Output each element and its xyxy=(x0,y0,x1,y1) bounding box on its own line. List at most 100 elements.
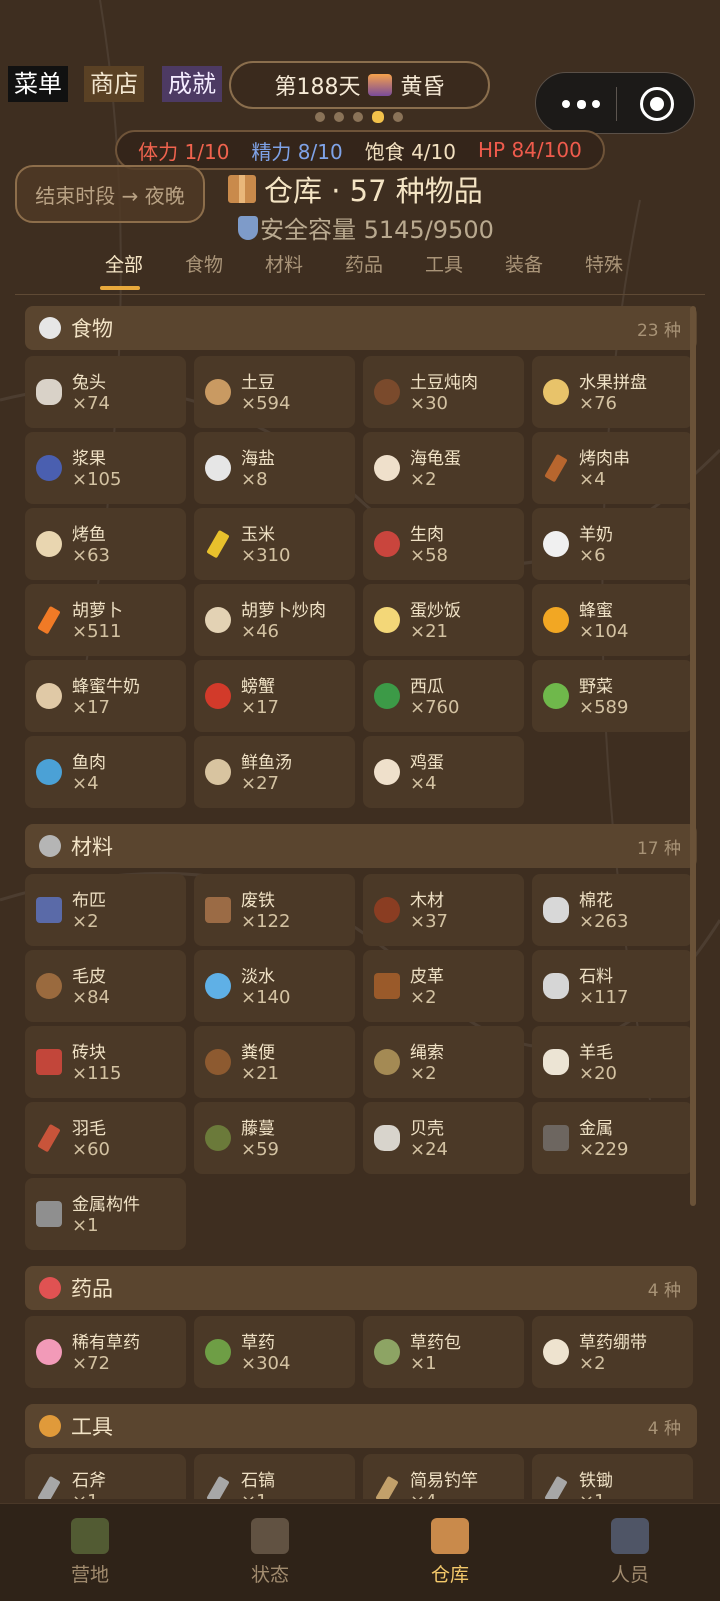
close-target-icon[interactable] xyxy=(640,87,674,121)
section-header[interactable]: 材料 17 种 xyxy=(25,824,697,868)
status-bar: 体力 1/10 精力 8/10 饱食 4/10 HP 84/100 xyxy=(115,130,605,170)
item-icon-wrap xyxy=(540,452,572,484)
item-quantity: ×589 xyxy=(579,697,629,718)
inventory-item[interactable]: 砖块 ×115 xyxy=(25,1026,186,1098)
inventory-item[interactable]: 淡水 ×140 xyxy=(194,950,355,1022)
inventory-item[interactable]: 木材 ×37 xyxy=(363,874,524,946)
item-quantity: ×594 xyxy=(241,393,291,414)
nav-chart[interactable]: 状态 xyxy=(180,1504,360,1601)
inventory-item[interactable]: 胡萝卜 ×511 xyxy=(25,584,186,656)
inventory-item[interactable]: 绳索 ×2 xyxy=(363,1026,524,1098)
tab-5[interactable]: 装备 xyxy=(484,250,564,292)
item-quantity: ×46 xyxy=(241,621,279,642)
inventory-item[interactable]: 螃蟹 ×17 xyxy=(194,660,355,732)
item-icon-wrap xyxy=(202,452,234,484)
scrollbar[interactable] xyxy=(690,306,696,1206)
stew-pot-icon xyxy=(374,379,400,405)
inventory-item[interactable]: 贝壳 ×24 xyxy=(363,1102,524,1174)
section-count: 4 种 xyxy=(647,1280,681,1301)
inventory-item[interactable]: 布匹 ×2 xyxy=(25,874,186,946)
inventory-item[interactable]: 羊毛 ×20 xyxy=(532,1026,693,1098)
inventory-item[interactable]: 毛皮 ×84 xyxy=(25,950,186,1022)
inventory-item[interactable]: 生肉 ×58 xyxy=(363,508,524,580)
inventory-item[interactable]: 野菜 ×589 xyxy=(532,660,693,732)
item-name: 螃蟹 xyxy=(241,677,275,697)
inventory-item[interactable]: 海盐 ×8 xyxy=(194,432,355,504)
rock-icon xyxy=(543,973,569,999)
inventory-item[interactable]: 草药包 ×1 xyxy=(363,1316,524,1388)
inventory-item[interactable]: 稀有草药 ×72 xyxy=(25,1316,186,1388)
item-quantity: ×310 xyxy=(241,545,291,566)
inventory-item[interactable]: 鸡蛋 ×4 xyxy=(363,736,524,808)
inventory-item[interactable]: 烤肉串 ×4 xyxy=(532,432,693,504)
inventory-item[interactable]: 棉花 ×263 xyxy=(532,874,693,946)
tab-0[interactable]: 全部 xyxy=(84,250,164,292)
inventory-item[interactable]: 土豆炖肉 ×30 xyxy=(363,356,524,428)
inventory-item[interactable]: 石斧×1 xyxy=(25,1454,186,1499)
end-phase-button[interactable]: 结束时段 → 夜晚 xyxy=(15,165,205,223)
camp-icon xyxy=(71,1518,109,1554)
section-3: 工具4 种石斧×1石镐×1简易钓竿×4铁锄×1 xyxy=(25,1404,697,1499)
tab-4[interactable]: 工具 xyxy=(404,250,484,292)
inventory-item[interactable]: 蜂蜜牛奶 ×17 xyxy=(25,660,186,732)
inventory-item[interactable]: 玉米 ×310 xyxy=(194,508,355,580)
section-header[interactable]: 工具 4 种 xyxy=(25,1404,697,1448)
inventory-item[interactable]: 羽毛 ×60 xyxy=(25,1102,186,1174)
item-quantity: ×263 xyxy=(579,911,629,932)
nav-warehouse-box[interactable]: 仓库 xyxy=(360,1504,540,1601)
cloud-cotton-icon xyxy=(543,897,569,923)
item-quantity: ×17 xyxy=(72,697,110,718)
inventory-item[interactable]: 胡萝卜炒肉 ×46 xyxy=(194,584,355,656)
tab-2[interactable]: 材料 xyxy=(244,250,324,292)
item-icon-wrap xyxy=(540,1474,572,1499)
inventory-item[interactable]: 鱼肉 ×4 xyxy=(25,736,186,808)
item-quantity: ×72 xyxy=(72,1353,110,1374)
more-icon[interactable] xyxy=(558,89,604,119)
inventory-item[interactable]: 蛋炒饭 ×21 xyxy=(363,584,524,656)
inventory-item[interactable]: 鲜鱼汤 ×27 xyxy=(194,736,355,808)
inventory-item[interactable]: 金属构件 ×1 xyxy=(25,1178,186,1250)
nav-people[interactable]: 人员 xyxy=(540,1504,720,1601)
item-icon-wrap xyxy=(33,604,65,636)
achievements-button[interactable]: 成就 xyxy=(162,66,222,102)
inventory-item[interactable]: 草药绷带 ×2 xyxy=(532,1316,693,1388)
inventory-item[interactable]: 皮革 ×2 xyxy=(363,950,524,1022)
item-icon-wrap xyxy=(33,376,65,408)
inventory-item[interactable]: 土豆 ×594 xyxy=(194,356,355,428)
inventory-item[interactable]: 废铁 ×122 xyxy=(194,874,355,946)
item-icon-wrap xyxy=(33,528,65,560)
item-quantity: ×4 xyxy=(72,773,99,794)
section-title: 材料 xyxy=(71,835,113,859)
item-quantity: ×304 xyxy=(241,1353,291,1374)
inventory-item[interactable]: 蜂蜜 ×104 xyxy=(532,584,693,656)
tab-1[interactable]: 食物 xyxy=(164,250,244,292)
nav-camp[interactable]: 营地 xyxy=(0,1504,180,1601)
inventory-item[interactable]: 羊奶 ×6 xyxy=(532,508,693,580)
inventory-item[interactable]: 铁锄×1 xyxy=(532,1454,693,1499)
section-header[interactable]: 食物 23 种 xyxy=(25,306,697,350)
inventory-item[interactable]: 烤鱼 ×63 xyxy=(25,508,186,580)
inventory-item[interactable]: 石料 ×117 xyxy=(532,950,693,1022)
tab-3[interactable]: 药品 xyxy=(324,250,404,292)
inventory-item[interactable]: 粪便 ×21 xyxy=(194,1026,355,1098)
inventory-item[interactable]: 水果拼盘 ×76 xyxy=(532,356,693,428)
inventory-item[interactable]: 金属 ×229 xyxy=(532,1102,693,1174)
inventory-item[interactable]: 简易钓竿×4 xyxy=(363,1454,524,1499)
item-name: 石镐 xyxy=(241,1471,275,1491)
shop-button[interactable]: 商店 xyxy=(84,66,144,102)
item-name: 铁锄 xyxy=(579,1471,613,1491)
inventory-list[interactable]: 食物 23 种兔头 ×74 土豆 ×594 土豆炖肉 ×30 水果拼盘 ×76 浆果 ×105 海盐 ×… xyxy=(25,306,697,1499)
tab-6[interactable]: 特殊 xyxy=(564,250,644,292)
hoe-icon xyxy=(544,1475,568,1499)
inventory-item[interactable]: 浆果 ×105 xyxy=(25,432,186,504)
inventory-item[interactable]: 兔头 ×74 xyxy=(25,356,186,428)
inventory-item[interactable]: 石镐×1 xyxy=(194,1454,355,1499)
inventory-item[interactable]: 海龟蛋 ×2 xyxy=(363,432,524,504)
fruit-platter-icon xyxy=(543,379,569,405)
axe-icon xyxy=(37,1475,61,1499)
inventory-item[interactable]: 草药 ×304 xyxy=(194,1316,355,1388)
inventory-item[interactable]: 西瓜 ×760 xyxy=(363,660,524,732)
menu-button[interactable]: 菜单 xyxy=(8,66,68,102)
section-header[interactable]: 药品 4 种 xyxy=(25,1266,697,1310)
inventory-item[interactable]: 藤蔓 ×59 xyxy=(194,1102,355,1174)
